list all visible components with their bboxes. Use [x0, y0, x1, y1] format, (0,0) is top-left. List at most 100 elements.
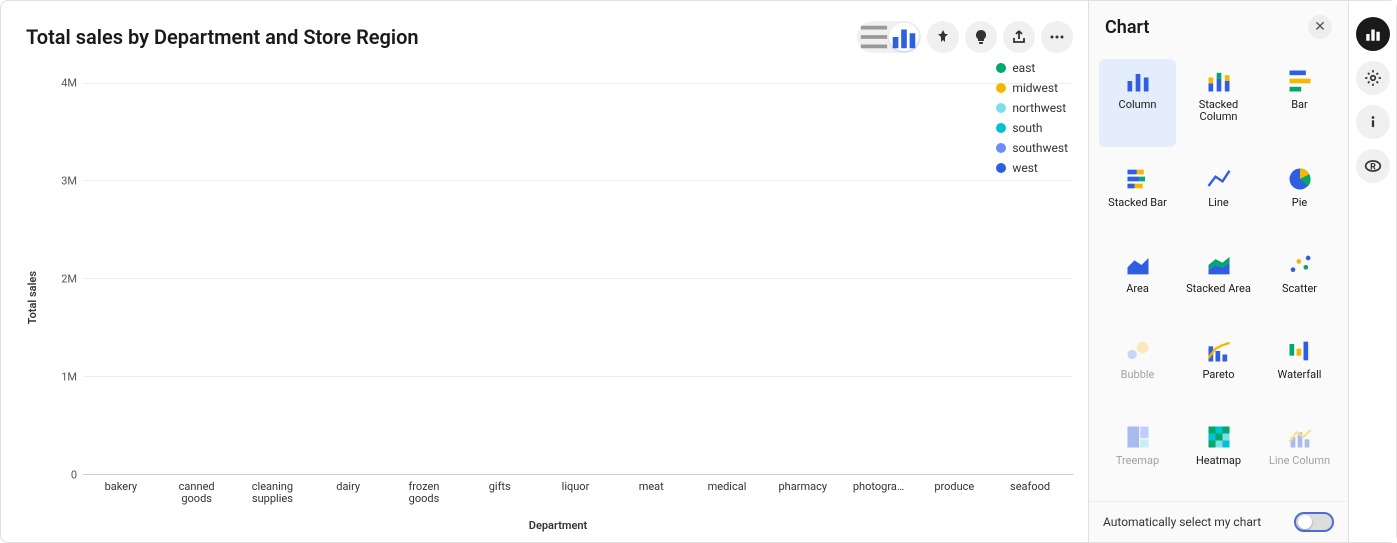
chart-type-column[interactable]: Column — [1099, 59, 1176, 147]
x-axis-label: Department — [43, 519, 1073, 532]
y-tick: 0 — [71, 468, 77, 481]
x-label: pharmacy — [765, 481, 841, 505]
chart-config-button[interactable] — [1356, 17, 1390, 51]
column-icon — [1124, 67, 1152, 95]
chart-type-label: Treemap — [1116, 455, 1159, 467]
chart-type-waterfall[interactable]: Waterfall — [1261, 329, 1338, 405]
legend-item[interactable]: east — [996, 61, 1068, 75]
x-label: dairy — [310, 481, 386, 505]
panel-title: Chart — [1105, 17, 1149, 38]
legend-label: southwest — [1012, 141, 1068, 155]
chart-type-area[interactable]: Area — [1099, 243, 1176, 319]
chart-type-label: Bubble — [1121, 369, 1155, 381]
chart-type-pareto[interactable]: Pareto — [1180, 329, 1257, 405]
right-rail: R — [1348, 1, 1396, 542]
legend-item[interactable]: south — [996, 121, 1068, 135]
y-tick: 1M — [61, 370, 77, 383]
x-label: bakery — [83, 481, 159, 505]
area-icon — [1124, 251, 1152, 279]
chart-type-label: Area — [1126, 283, 1149, 295]
line-icon — [1205, 165, 1233, 193]
x-label: seafood — [992, 481, 1068, 505]
x-label: photogra… — [841, 481, 917, 505]
y-tick: 4M — [61, 76, 77, 89]
x-label: frozengoods — [386, 481, 462, 505]
chart-type-bubble: Bubble — [1099, 329, 1176, 405]
legend-item[interactable]: midwest — [996, 81, 1068, 95]
y-tick: 2M — [61, 272, 77, 285]
chart-type-panel: Chart ✕ Column Stacked Column Bar Stacked B… — [1088, 1, 1348, 542]
chart-type-label: Line Column — [1269, 455, 1330, 467]
waterfall-icon — [1286, 337, 1314, 365]
stacked-bar-icon — [1124, 165, 1152, 193]
stacked-column-icon — [1205, 67, 1233, 95]
r-analysis-button[interactable]: R — [1356, 149, 1390, 183]
chart-type-stacked-area[interactable]: Stacked Area — [1180, 243, 1257, 319]
chart-plot[interactable] — [83, 63, 1073, 475]
chart-type-line-column: Line Column — [1261, 415, 1338, 491]
legend-label: south — [1012, 121, 1042, 135]
x-label: meat — [613, 481, 689, 505]
chart-type-pie[interactable]: Pie — [1261, 157, 1338, 233]
bubble-icon — [1124, 337, 1152, 365]
chart-type-stacked-column[interactable]: Stacked Column — [1180, 59, 1257, 147]
x-label: cannedgoods — [159, 481, 235, 505]
chart-type-scatter[interactable]: Scatter — [1261, 243, 1338, 319]
y-axis-ticks: 01M2M3M4M — [43, 63, 83, 475]
bar-icon — [1286, 67, 1314, 95]
chart-type-heatmap[interactable]: Heatmap — [1180, 415, 1257, 491]
y-tick: 3M — [61, 174, 77, 187]
x-label: produce — [916, 481, 992, 505]
chart-title: Total sales by Department and Store Regi… — [26, 25, 419, 49]
legend-item[interactable]: west — [996, 161, 1068, 175]
chart-type-label: Line — [1208, 197, 1229, 209]
settings-button[interactable] — [1356, 61, 1390, 95]
svg-text:R: R — [1370, 162, 1376, 172]
y-axis-label: Total sales — [26, 271, 39, 324]
auto-select-toggle[interactable] — [1294, 512, 1334, 532]
chart-type-label: Stacked Bar — [1108, 197, 1167, 209]
heatmap-icon — [1205, 423, 1233, 451]
chart-area: Total sales by Department and Store Regi… — [1, 1, 1088, 542]
chart-type-stacked-bar[interactable]: Stacked Bar — [1099, 157, 1176, 233]
chart-type-label: Heatmap — [1196, 455, 1241, 467]
chart-type-label: Bar — [1291, 99, 1308, 111]
chart-type-label: Scatter — [1282, 283, 1317, 295]
chart-type-label: Waterfall — [1278, 369, 1322, 381]
share-button[interactable] — [1003, 21, 1035, 53]
view-toggle — [857, 21, 921, 53]
legend-color-icon — [996, 103, 1006, 113]
chart-type-label: Pie — [1292, 197, 1307, 209]
chart-type-treemap: Treemap — [1099, 415, 1176, 491]
info-button[interactable] — [1356, 105, 1390, 139]
pin-button[interactable] — [927, 21, 959, 53]
legend-color-icon — [996, 123, 1006, 133]
pie-icon — [1286, 165, 1314, 193]
chart-view-button[interactable] — [889, 23, 919, 51]
chart-type-label: Pareto — [1202, 369, 1234, 381]
close-panel-button[interactable]: ✕ — [1308, 15, 1332, 39]
legend-label: east — [1012, 61, 1035, 75]
legend-label: northwest — [1012, 101, 1066, 115]
scatter-icon — [1286, 251, 1314, 279]
legend-color-icon — [996, 163, 1006, 173]
chart-type-label: Stacked Area — [1186, 283, 1251, 295]
insights-button[interactable] — [965, 21, 997, 53]
table-view-button[interactable] — [859, 23, 889, 51]
x-label: medical — [689, 481, 765, 505]
legend-item[interactable]: southwest — [996, 141, 1068, 155]
treemap-icon — [1124, 423, 1152, 451]
chart-type-bar[interactable]: Bar — [1261, 59, 1338, 147]
chart-type-label: Stacked Column — [1182, 99, 1255, 123]
chart-type-line[interactable]: Line — [1180, 157, 1257, 233]
x-label: gifts — [462, 481, 538, 505]
x-label: liquor — [538, 481, 614, 505]
chart-legend: east midwest northwest south southwest west — [996, 61, 1068, 175]
chart-type-label: Column — [1119, 99, 1157, 111]
pareto-icon — [1205, 337, 1233, 365]
legend-label: west — [1012, 161, 1038, 175]
more-options-button[interactable] — [1041, 21, 1073, 53]
legend-color-icon — [996, 83, 1006, 93]
legend-item[interactable]: northwest — [996, 101, 1068, 115]
legend-label: midwest — [1012, 81, 1058, 95]
